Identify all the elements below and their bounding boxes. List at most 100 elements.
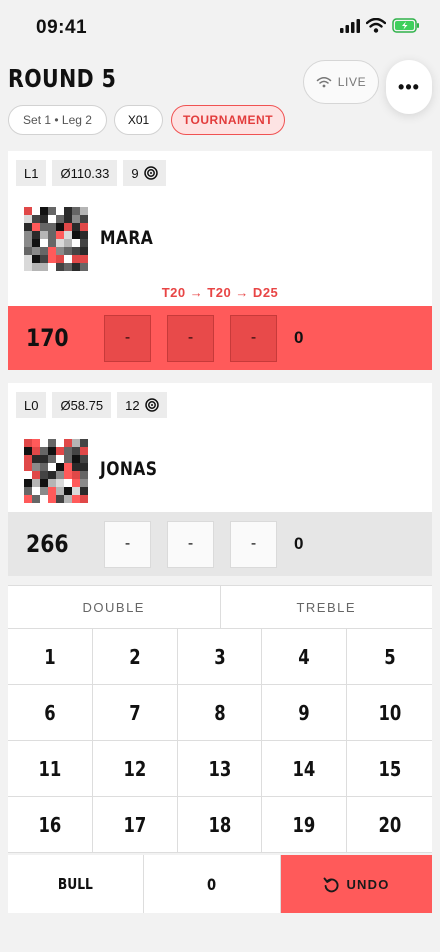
number-button[interactable]: 8 [177, 685, 263, 741]
avatar-pixel [56, 215, 64, 223]
avatar-pixel [56, 263, 64, 271]
dart-slot-3[interactable]: - [230, 520, 277, 568]
avatar-pixel [24, 207, 32, 215]
avatar-pixel [56, 447, 64, 455]
number-button[interactable]: 16 [8, 797, 93, 853]
legs-badge: L1 [16, 160, 47, 186]
score-row-active: 170 - - - 0 [8, 306, 432, 370]
avatar-pixel [24, 263, 32, 271]
avatar-pixel [56, 479, 64, 487]
avatar-pixel [56, 255, 64, 263]
number-button[interactable]: 11 [8, 741, 93, 797]
number-button[interactable]: 7 [92, 685, 178, 741]
header: ROUND 5 LIVE ••• Set 1 • Leg 2 X01 TOURN… [0, 56, 440, 146]
number-button[interactable]: 5 [347, 629, 432, 685]
number-button[interactable]: 17 [92, 797, 178, 853]
number-button[interactable]: 9 [262, 685, 348, 741]
number-button[interactable]: 15 [347, 741, 432, 797]
number-button[interactable]: 6 [8, 685, 93, 741]
avatar-pixel [64, 447, 72, 455]
avatar-pixel [40, 239, 48, 247]
undo-icon [324, 877, 339, 892]
undo-button[interactable]: UNDO [281, 855, 432, 913]
number-button[interactable]: 1 [8, 629, 93, 685]
game-mode-pill[interactable]: X01 [114, 105, 163, 135]
tournament-pill[interactable]: TOURNAMENT [171, 105, 285, 135]
number-button[interactable]: 20 [347, 797, 432, 853]
remaining-score: 266 [26, 530, 69, 558]
target-icon [144, 398, 159, 412]
avatar-pixel [56, 463, 64, 471]
avatar-pixel [56, 247, 64, 255]
avatar-pixel [72, 239, 80, 247]
score-row-idle: 266 - - - 0 [8, 512, 432, 576]
avatar-pixel [64, 215, 72, 223]
avatar-pixel [48, 223, 56, 231]
avatar-pixel [72, 439, 80, 447]
number-button[interactable]: 12 [92, 741, 178, 797]
more-options-button[interactable]: ••• [386, 60, 432, 114]
avatar-pixel [80, 495, 88, 503]
avatar-pixel [40, 495, 48, 503]
target-icon [143, 166, 158, 180]
status-time: 09:41 [36, 17, 88, 38]
avatar-pixel [64, 255, 72, 263]
turn-total: 0 [294, 328, 304, 347]
avatar-pixel [56, 495, 64, 503]
avatar-pixel [24, 455, 32, 463]
avatar-pixel [56, 455, 64, 463]
zero-button[interactable]: 0 [144, 855, 281, 913]
live-button[interactable]: LIVE [303, 60, 379, 104]
avatar-pixel [80, 463, 88, 471]
avatar-pixel [48, 215, 56, 223]
undo-label: UNDO [346, 876, 390, 892]
avatar-pixel [80, 447, 88, 455]
modifier-row: DOUBLE TREBLE [8, 585, 432, 629]
live-label: LIVE [337, 75, 367, 89]
avatar-pixel [40, 223, 48, 231]
number-button[interactable]: 3 [177, 629, 263, 685]
avatar-pixel [64, 463, 72, 471]
dart-slot-1[interactable]: - [104, 520, 151, 568]
avatar-pixel [24, 247, 32, 255]
number-button[interactable]: 18 [177, 797, 263, 853]
number-button[interactable]: 2 [92, 629, 178, 685]
number-button[interactable]: 10 [347, 685, 432, 741]
avatar-pixel [64, 247, 72, 255]
avatar-pixel [72, 231, 80, 239]
avatar-pixel [32, 247, 40, 255]
set-leg-pill[interactable]: Set 1 • Leg 2 [8, 105, 107, 135]
avatar-pixel [40, 215, 48, 223]
dart-slot-2[interactable]: - [167, 314, 214, 362]
bull-button[interactable]: BULL [8, 855, 144, 913]
avatar-pixel [80, 263, 88, 271]
avatar-pixel [32, 239, 40, 247]
avatar-pixel [64, 471, 72, 479]
avatar-pixel [32, 439, 40, 447]
avatar-pixel [72, 215, 80, 223]
avatar-pixel [48, 471, 56, 479]
dart-slot-2[interactable]: - [167, 520, 214, 568]
number-button[interactable]: 4 [262, 629, 348, 685]
number-button[interactable]: 13 [177, 741, 263, 797]
avatar-pixel [72, 495, 80, 503]
dart-slot-1[interactable]: - [104, 314, 151, 362]
avatar-pixel [48, 239, 56, 247]
avatar-pixel [80, 231, 88, 239]
avatar-pixel [64, 479, 72, 487]
double-button[interactable]: DOUBLE [8, 586, 220, 628]
avatar-pixel [80, 455, 88, 463]
avatar-pixel [40, 231, 48, 239]
avatar-pixel [32, 487, 40, 495]
treble-button[interactable]: TREBLE [219, 586, 433, 628]
avatar-pixel [48, 439, 56, 447]
number-button[interactable]: 14 [262, 741, 348, 797]
avatar-pixel [72, 223, 80, 231]
avatar-pixel [32, 479, 40, 487]
avatar-pixel [72, 487, 80, 495]
number-button[interactable]: 19 [262, 797, 348, 853]
avatar-pixel [64, 231, 72, 239]
dart-slot-3[interactable]: - [230, 314, 277, 362]
avatar-pixel [40, 439, 48, 447]
avatar-pixel [48, 263, 56, 271]
